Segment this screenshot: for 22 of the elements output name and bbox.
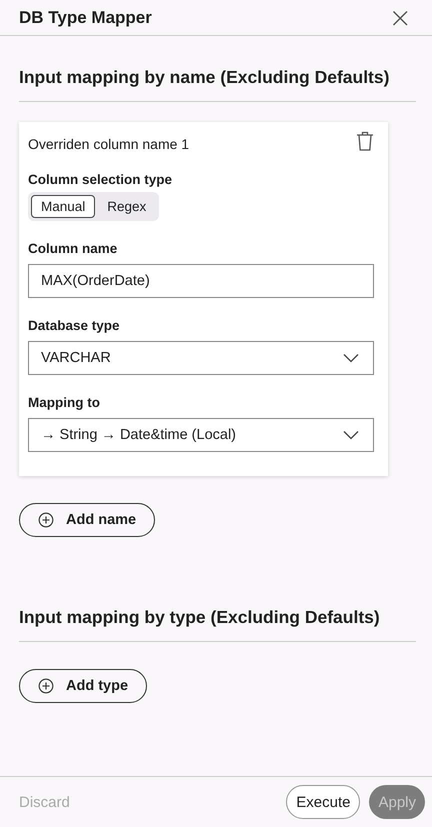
dropdown-field[interactable]: → String → Date&time (Local) (28, 418, 374, 452)
chevron-down-icon (343, 430, 359, 440)
input-field[interactable]: MAX(OrderDate) (28, 264, 374, 298)
section-heading: Input mapping by name (Excluding Defaults) (19, 67, 416, 102)
dropdown-field[interactable]: VARCHAR (28, 341, 374, 375)
window-title: DB Type Mapper (19, 8, 152, 28)
chevron-down-icon (343, 353, 359, 363)
close-button[interactable]: × (388, 4, 412, 32)
card-title: Overriden column name 1 (28, 136, 190, 152)
field-label: Column name (28, 241, 118, 256)
trash-icon[interactable] (356, 131, 374, 151)
plus-circle-icon (38, 512, 54, 528)
plus-circle-icon (38, 678, 54, 694)
field-label: Mapping to (28, 395, 101, 410)
segment-option[interactable]: Manual (31, 195, 96, 218)
field-label: Column selection type (28, 172, 174, 187)
execute-button[interactable]: Execute (286, 785, 360, 819)
field-label: Database type (28, 318, 121, 333)
add-button[interactable]: Add name (19, 503, 156, 537)
section-heading: Input mapping by type (Excluding Defaults) (19, 607, 416, 642)
segment-option[interactable]: Regex (97, 195, 156, 218)
add-button[interactable]: Add type (19, 669, 148, 703)
